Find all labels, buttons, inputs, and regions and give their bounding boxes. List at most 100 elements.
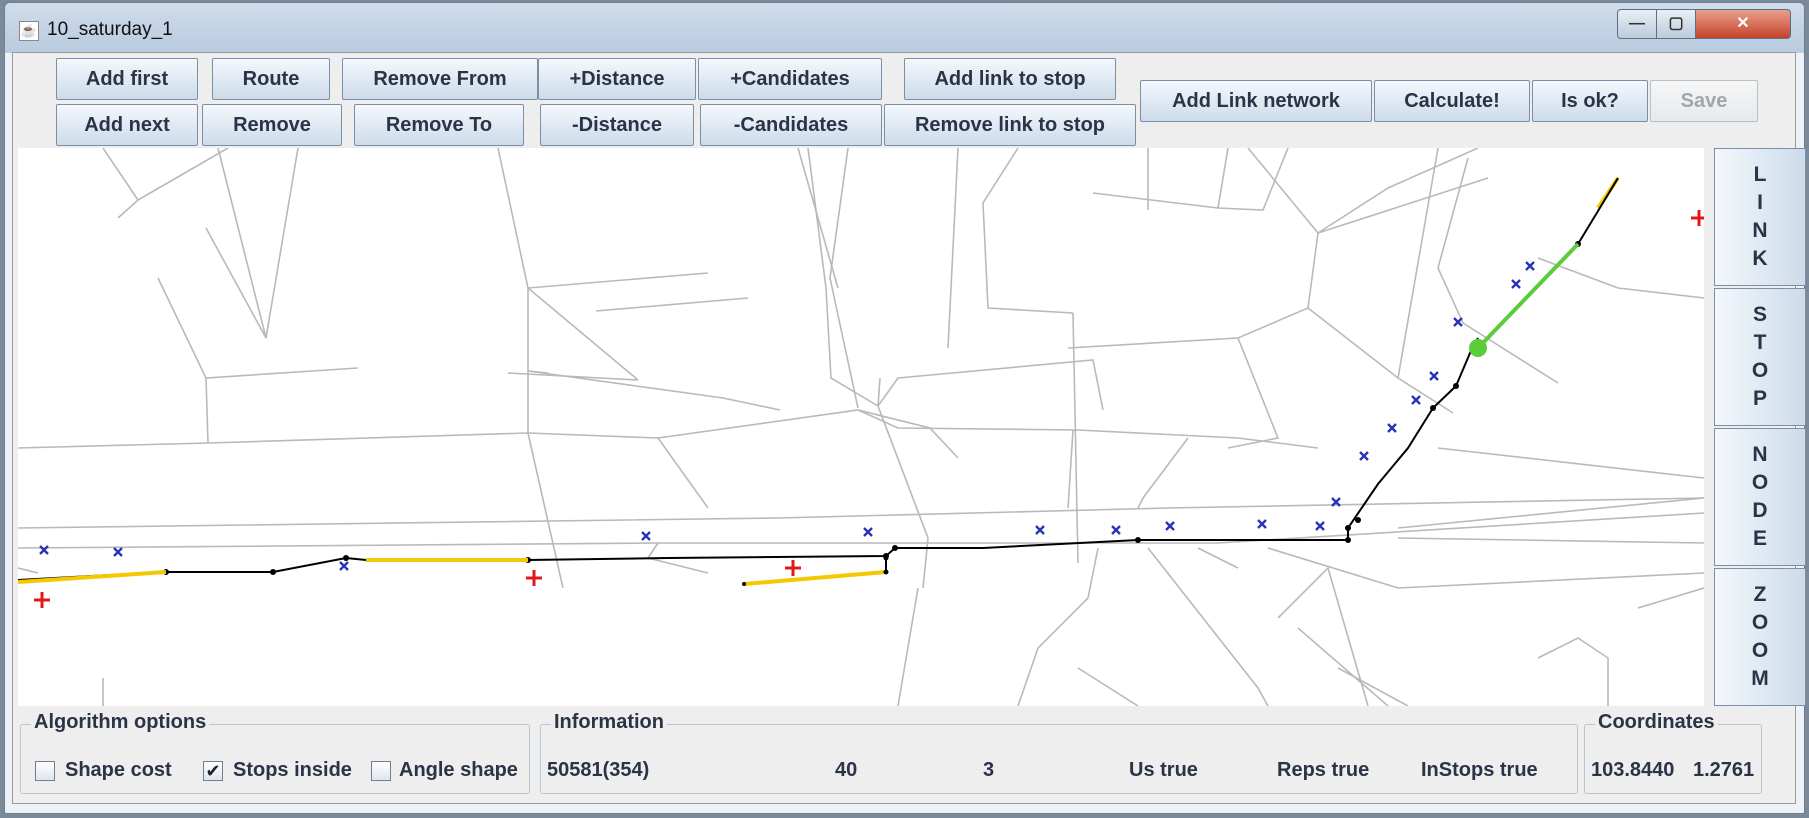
road-segment (877, 359, 1104, 411)
road-network (18, 148, 1704, 706)
link-mode-button[interactable]: L I N K (1714, 148, 1806, 286)
info-count: 50581(354) (547, 759, 650, 781)
road-segment (1437, 447, 1704, 479)
stop-marker (339, 561, 349, 571)
plus-candidates-button[interactable]: +Candidates (698, 58, 882, 100)
road-segment (657, 437, 709, 509)
road-segment (1637, 587, 1704, 609)
road-segment (1072, 312, 1079, 564)
add-next-button[interactable]: Add next (56, 104, 198, 146)
stop-letter: P (1752, 387, 1767, 410)
link-letter: I (1757, 191, 1763, 214)
road-segment (1317, 177, 1489, 234)
calculate-button[interactable]: Calculate! (1374, 80, 1530, 122)
node-letter: N (1752, 443, 1768, 466)
endpoint-marker (1691, 210, 1704, 226)
road-segment (857, 409, 1319, 449)
selected-node-marker (1469, 339, 1487, 357)
road-segment (1437, 157, 1559, 384)
coordinates-title: Coordinates (1595, 711, 1718, 734)
zoom-letter: Z (1753, 583, 1767, 606)
stop-marker (1429, 371, 1439, 381)
coordinate-lat: 1.2761 (1693, 759, 1755, 781)
node-letter: O (1751, 471, 1769, 494)
endpoint-marker (785, 560, 801, 576)
road-segment (217, 148, 299, 339)
road-segment (1317, 148, 1479, 234)
shape-cost-label: Shape cost (65, 759, 172, 781)
info-value-b: 3 (983, 759, 995, 781)
road-segment (205, 227, 267, 339)
info-us: Us true (1129, 759, 1198, 781)
endpoint-marker (34, 592, 50, 608)
stop-marker (1257, 519, 1267, 529)
remove-from-button[interactable]: Remove From (342, 58, 538, 100)
stop-marker (1411, 395, 1421, 405)
stop-marker (1111, 525, 1121, 535)
road-segment (205, 377, 209, 444)
remove-link-to-stop-button[interactable]: Remove link to stop (884, 104, 1136, 146)
stop-letter: S (1752, 303, 1767, 326)
endpoint-marker (526, 570, 542, 586)
zoom-letter: O (1751, 611, 1769, 634)
minus-distance-button[interactable]: -Distance (540, 104, 694, 146)
remove-button[interactable]: Remove (202, 104, 342, 146)
plus-distance-button[interactable]: +Distance (538, 58, 696, 100)
is-ok-button[interactable]: Is ok? (1532, 80, 1648, 122)
add-link-to-stop-button[interactable]: Add link to stop (904, 58, 1116, 100)
road-segment (1537, 637, 1609, 706)
java-app-icon: ☕ (19, 21, 39, 41)
route-nodes (163, 241, 1581, 575)
minus-candidates-button[interactable]: -Candidates (700, 104, 882, 146)
link-letter: K (1752, 247, 1768, 270)
save-button[interactable]: Save (1650, 80, 1758, 122)
road-segment (1067, 232, 1319, 349)
algorithm-options-panel: Algorithm options Shape cost ✔ Stops ins… (20, 711, 530, 794)
maximize-button[interactable]: ▢ (1656, 9, 1696, 39)
road-segment (137, 148, 229, 201)
algorithm-options-title: Algorithm options (31, 711, 210, 734)
add-first-button[interactable]: Add first (56, 58, 198, 100)
stop-mode-button[interactable]: S T O P (1714, 288, 1806, 426)
road-segment (18, 512, 1704, 549)
stop-marker (1359, 451, 1369, 461)
road-segment (1137, 437, 1189, 509)
road-segment (18, 432, 659, 449)
node-letter: E (1752, 527, 1767, 550)
stop-marker (641, 531, 651, 541)
add-link-network-button[interactable]: Add Link network (1140, 80, 1372, 122)
road-segment (527, 272, 709, 289)
road-segment (1147, 547, 1269, 706)
road-segment (18, 567, 39, 574)
angle-shape-checkbox[interactable] (371, 761, 391, 781)
zoom-mode-button[interactable]: Z O O M (1714, 568, 1806, 706)
coordinates-panel: Coordinates 103.8440 1.2761 (1584, 711, 1762, 794)
road-segment (1277, 566, 1369, 706)
road-segment (595, 297, 749, 312)
road-segment (947, 148, 959, 349)
info-reps: Reps true (1277, 759, 1370, 781)
stop-marker (863, 527, 873, 537)
node-mode-button[interactable]: N O D E (1714, 428, 1806, 566)
remove-to-button[interactable]: Remove To (354, 104, 524, 146)
stop-letter: T (1753, 331, 1767, 354)
road-segment (1337, 667, 1409, 706)
map-canvas[interactable] (18, 148, 1704, 706)
stop-marker (1511, 279, 1521, 289)
road-segment (1267, 547, 1704, 589)
node-letter: D (1752, 499, 1768, 522)
minimize-button[interactable]: — (1617, 9, 1657, 39)
angle-shape-label: Angle shape (399, 759, 518, 781)
road-segment (1092, 148, 1289, 211)
close-button[interactable]: ✕ (1695, 9, 1791, 39)
link-letter: N (1752, 219, 1768, 242)
route-button[interactable]: Route (212, 58, 330, 100)
info-value-a: 40 (835, 759, 858, 781)
title-bar[interactable]: ☕ 10_saturday_1 — ▢ ✕ (5, 3, 1804, 53)
shape-cost-checkbox[interactable] (35, 761, 55, 781)
zoom-letter: M (1751, 667, 1769, 690)
stops-inside-checkbox[interactable]: ✔ (203, 761, 223, 781)
stop-marker (1035, 525, 1045, 535)
endpoint-markers (34, 210, 1704, 608)
road-segment (1297, 627, 1389, 706)
